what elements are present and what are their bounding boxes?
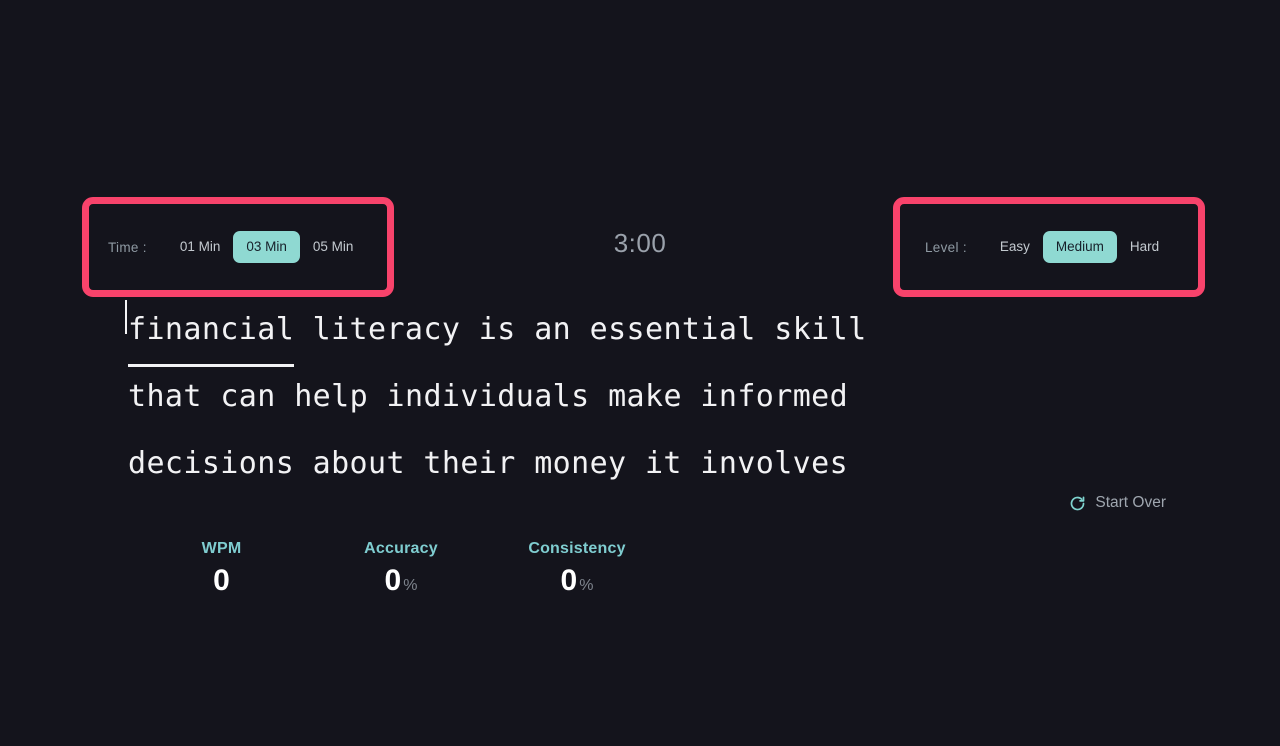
stat-value: 0 <box>560 564 578 597</box>
stat-value-row: 0 % <box>487 566 667 596</box>
passage-word: money <box>534 446 627 481</box>
passage-word: skill <box>774 312 867 347</box>
countdown-timer: 3:00 <box>613 228 667 258</box>
passage-word: literacy <box>312 312 461 347</box>
passage-word-text: financial <box>128 312 295 347</box>
stat-value-row: 0 % <box>315 566 487 596</box>
stat-label: Consistency <box>528 540 626 557</box>
typing-passage[interactable]: financial literacy is an essential skill… <box>125 296 1152 497</box>
stat-consistency: Consistency 0 % <box>487 540 667 596</box>
text-caret <box>125 300 127 334</box>
stat-wpm: WPM 0 <box>128 540 315 596</box>
passage-word: individuals <box>386 379 590 414</box>
start-over-label: Start Over <box>1095 494 1166 511</box>
passage-word: an <box>534 312 572 347</box>
passage-word: it <box>644 446 682 481</box>
passage-word: decisions <box>128 446 295 481</box>
stat-label: WPM <box>201 540 242 557</box>
passage-line: decisions about their money it involves <box>128 430 1152 497</box>
stat-unit: % <box>579 577 594 594</box>
passage-word: essential <box>589 312 756 347</box>
stat-label: Accuracy <box>364 540 438 557</box>
start-over-button[interactable]: Start Over <box>1069 494 1166 512</box>
passage-word: make <box>608 379 682 414</box>
stat-value: 0 <box>213 564 230 597</box>
passage-word: can <box>220 379 276 414</box>
passage-word: help <box>294 379 369 414</box>
stat-value: 0 <box>384 564 402 597</box>
passage-word: that <box>128 379 202 414</box>
stat-accuracy: Accuracy 0 % <box>315 540 487 596</box>
refresh-icon <box>1069 495 1086 512</box>
passage-line: that can help individuals make informed <box>128 363 1152 430</box>
stat-unit: % <box>403 577 418 594</box>
passage-word: is <box>478 312 516 347</box>
passage-word: informed <box>700 379 849 414</box>
passage-word: their <box>423 446 516 481</box>
passage-word: involves <box>700 446 849 481</box>
stats-bar: WPM 0 Accuracy 0 % Consistency 0 % <box>128 540 667 596</box>
passage-word: about <box>312 446 405 481</box>
passage-line: financial literacy is an essential skill <box>125 296 1152 367</box>
typing-test-app: Time : 01 Min 03 Min 05 Min Level : Easy… <box>0 0 1280 746</box>
passage-word-current: financial <box>125 296 295 367</box>
stat-value-row: 0 <box>128 566 315 596</box>
